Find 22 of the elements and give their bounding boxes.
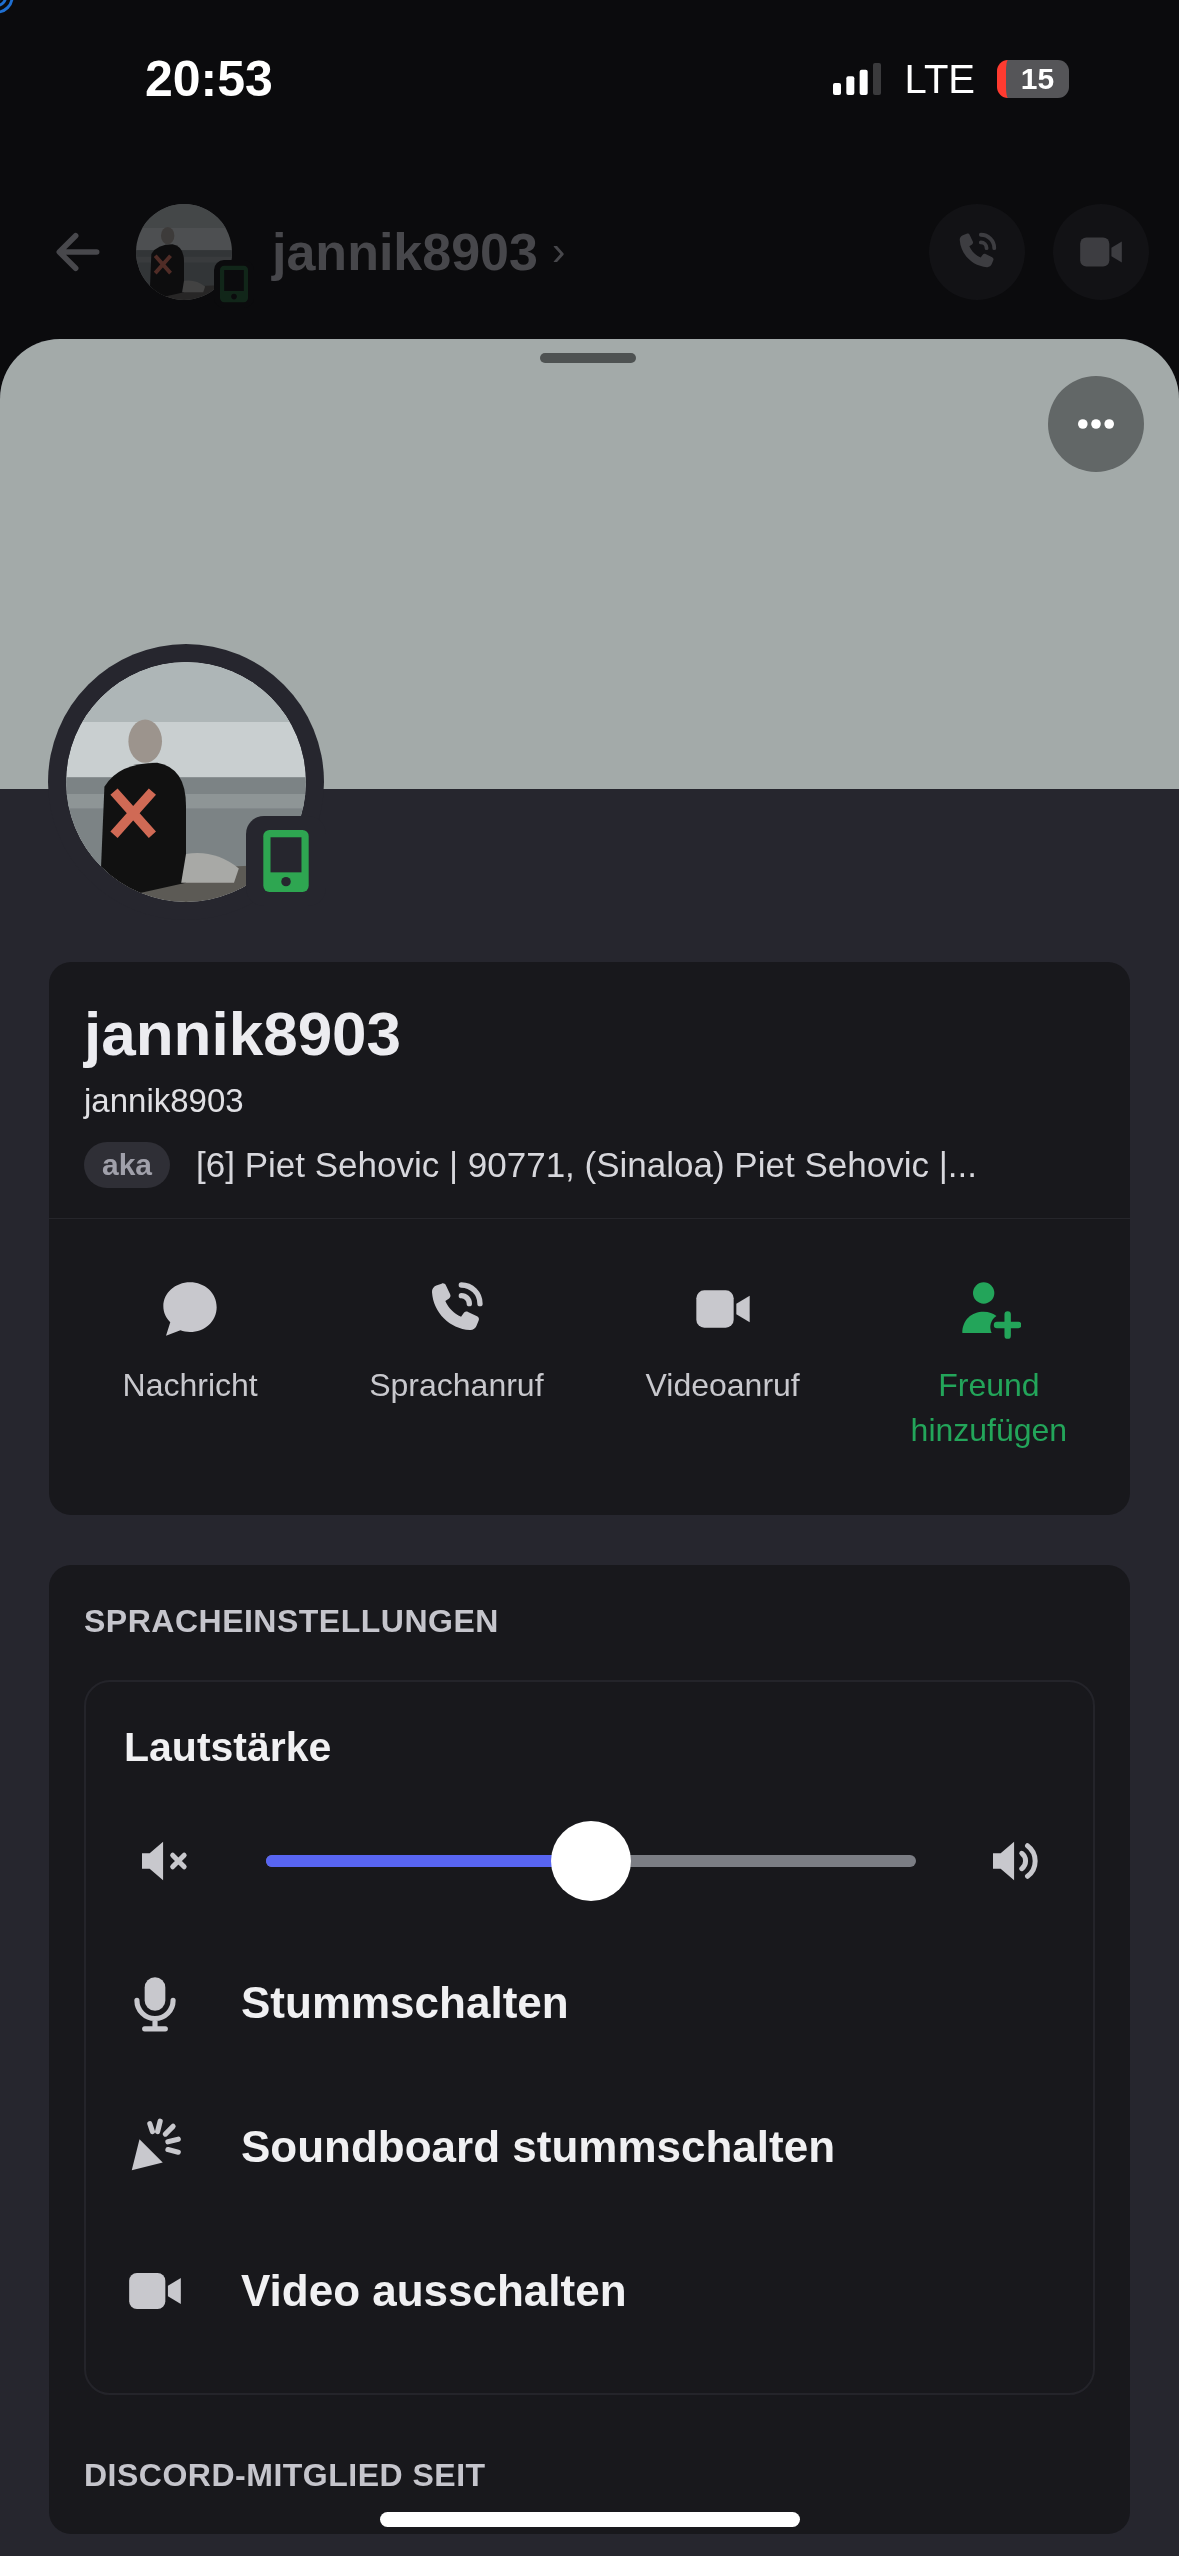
- volume-slider[interactable]: [265, 1820, 916, 1901]
- aka-badge: aka: [84, 1142, 171, 1189]
- network-label: LTE: [904, 56, 975, 102]
- previous-names: [6] Piet Sehovic | 90771, (Sinaloa) Piet Sehovic |...: [196, 1145, 977, 1186]
- section-heading: DISCORD-MITGLIED SEIT: [84, 2456, 487, 2494]
- battery-level-text: 15: [1020, 62, 1055, 96]
- video-call-button[interactable]: Videoanruf: [589, 1277, 856, 1453]
- section-heading: SPRACHEINSTELLUNGEN: [84, 1602, 500, 1640]
- setting-option[interactable]: Stummschalten: [241, 1977, 569, 2028]
- status-time: 20:53: [145, 50, 273, 108]
- setting-option[interactable]: Soundboard stummschalten: [241, 2121, 836, 2172]
- drag-handle[interactable]: [540, 353, 636, 363]
- signal-icon: [830, 63, 883, 95]
- voice-call-button[interactable]: Sprachanruf: [323, 1277, 590, 1453]
- setting-option[interactable]: Video ausschalten: [241, 2265, 627, 2316]
- add-friend-button[interactable]: Freund hinzufügen: [855, 1277, 1122, 1453]
- message-button[interactable]: Nachricht: [57, 1277, 324, 1453]
- volume-label: Lautstärke: [124, 1723, 333, 1771]
- more-icon: [1078, 419, 1114, 429]
- username: jannik8903: [84, 1082, 245, 1121]
- display-name: jannik8903: [84, 1000, 403, 1069]
- mobile-status-icon: [261, 828, 311, 894]
